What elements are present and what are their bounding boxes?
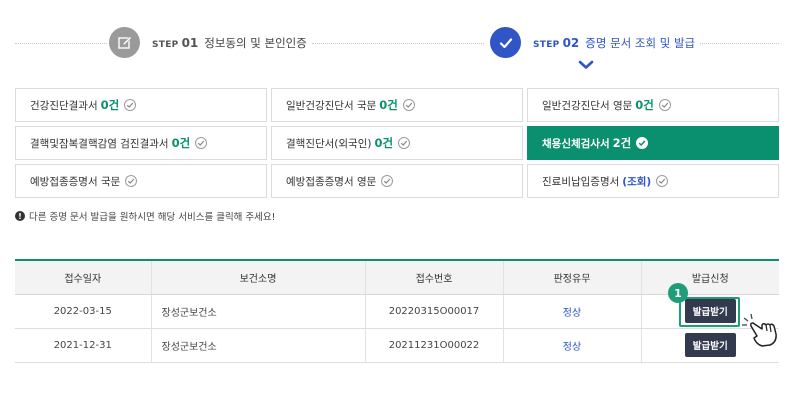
doc-count: 0건 (100, 98, 120, 112)
doc-label: 결핵및잠복결핵감염 검진결과서 (30, 137, 169, 150)
check-circle-icon (381, 175, 394, 187)
doc-employment-physical[interactable]: 채용신체검사서 2건 (527, 126, 779, 160)
issuance-table: 접수일자 보건소명 접수번호 판정유무 발급신청 2022-03-15 장성군보… (15, 259, 779, 363)
doc-vaccination-ko[interactable]: 예방접종증명서 국문 (15, 164, 267, 198)
cell-date: 2021-12-31 (15, 328, 151, 363)
doc-label: 진료비납입증명서 (542, 175, 620, 188)
col-header-result: 판정유무 (502, 260, 641, 295)
doc-count: 0건 (171, 136, 191, 150)
check-circle-icon (398, 137, 411, 149)
col-header-center: 보건소명 (150, 260, 365, 295)
step-number: 01 (181, 35, 199, 50)
step-progress: STEP 01 정보동의 및 본인인증 STEP 02 증명 문서 조회 및 발… (0, 0, 792, 80)
cell-result: 정상 (502, 294, 641, 329)
document-type-grid: 건강진단결과서 0건 일반건강진단서 국문 0건 일반건강진단서 영문 0건 결… (15, 88, 779, 198)
chevron-down-icon (578, 60, 594, 69)
cell-center: 장성군보건소 (150, 328, 365, 363)
issue-button[interactable]: 발급받기 (684, 333, 736, 357)
check-circle-icon (402, 99, 415, 111)
step-divider (15, 43, 107, 44)
step-divider (312, 43, 484, 44)
step-2: STEP 02 증명 문서 조회 및 발급 (490, 27, 695, 58)
issue-button[interactable]: 발급받기 (684, 299, 736, 323)
col-header-action: 발급신청 (640, 260, 779, 295)
doc-tuberculosis-foreigner[interactable]: 결핵진단서(외국인) 0건 (271, 126, 523, 160)
col-header-number: 접수번호 (364, 260, 503, 295)
pointing-hand-icon (742, 313, 777, 347)
doc-label: 일반건강진단서 국문 (286, 99, 377, 112)
checkmark-icon (490, 27, 521, 58)
check-circle-icon (124, 99, 137, 111)
pencil-edit-icon (109, 27, 140, 58)
doc-count: 0건 (379, 98, 398, 112)
step-title: 정보동의 및 본인인증 (204, 35, 307, 50)
check-circle-icon (195, 137, 208, 149)
table-row: 2021-12-31 장성군보건소 20211231O00022 정상 발급받기 (15, 328, 779, 363)
check-circle-icon (658, 99, 671, 111)
step-divider (700, 43, 779, 44)
exclamation-icon: ! (15, 211, 25, 221)
doc-label: 결핵진단서(외국인) (286, 137, 372, 150)
doc-label: 건강진단결과서 (30, 99, 98, 112)
table-row: 2022-03-15 장성군보건소 20220315O00017 정상 발급받기 (15, 294, 779, 329)
step-number: 02 (562, 35, 580, 50)
doc-count: 0건 (635, 98, 654, 112)
table-header-row: 접수일자 보건소명 접수번호 판정유무 발급신청 (15, 260, 779, 295)
callout-badge: 1 (668, 283, 688, 303)
cell-result: 정상 (502, 328, 641, 363)
step-prefix: STEP (533, 39, 560, 50)
cell-number: 20220315O00017 (364, 294, 503, 329)
doc-count: 2건 (612, 136, 632, 150)
doc-tuberculosis-screening[interactable]: 결핵및잠복결핵감염 검진결과서 0건 (15, 126, 267, 160)
cell-center: 장성군보건소 (150, 294, 365, 329)
step-1: STEP 01 정보동의 및 본인인증 (109, 27, 307, 58)
check-circle-icon (656, 175, 669, 187)
check-circle-icon (636, 137, 649, 149)
notice-text: 다른 증명 문서 발급을 원하시면 해당 서비스를 클릭해 주세요! (29, 212, 276, 223)
step-prefix: STEP (152, 39, 179, 50)
cell-number: 20211231O00022 (364, 328, 503, 363)
doc-label: 채용신체검사서 (542, 137, 610, 150)
doc-label: 일반건강진단서 영문 (542, 99, 633, 112)
notice-message: ! 다른 증명 문서 발급을 원하시면 해당 서비스를 클릭해 주세요! (15, 209, 275, 223)
doc-vaccination-en[interactable]: 예방접종증명서 영문 (271, 164, 523, 198)
cell-date: 2022-03-15 (15, 294, 151, 329)
doc-general-health-en[interactable]: 일반건강진단서 영문 0건 (527, 88, 779, 122)
doc-lookup: (조회) (622, 175, 652, 188)
doc-label: 예방접종증명서 영문 (286, 175, 377, 188)
doc-medical-payment[interactable]: 진료비납입증명서 (조회) (527, 164, 779, 198)
doc-label: 예방접종증명서 국문 (30, 175, 121, 188)
check-circle-icon (125, 175, 138, 187)
doc-health-check-result[interactable]: 건강진단결과서 0건 (15, 88, 267, 122)
step-title: 증명 문서 조회 및 발급 (585, 35, 696, 50)
col-header-date: 접수일자 (15, 260, 151, 295)
doc-count: 0건 (374, 136, 394, 150)
doc-general-health-ko[interactable]: 일반건강진단서 국문 0건 (271, 88, 523, 122)
